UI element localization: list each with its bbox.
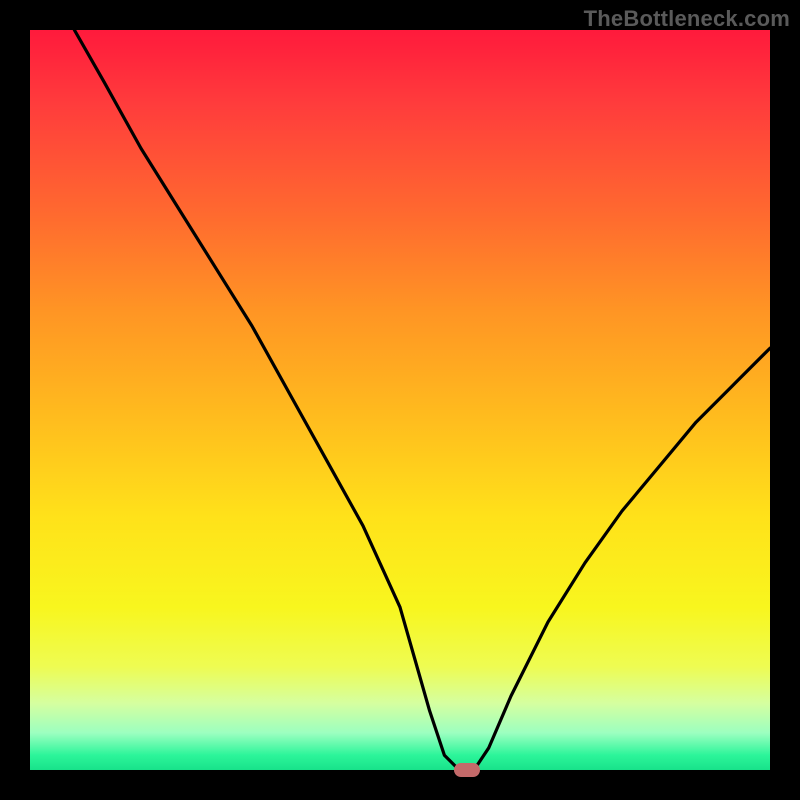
chart-frame: TheBottleneck.com: [0, 0, 800, 800]
bottleneck-curve: [30, 30, 770, 770]
curve-path: [74, 30, 770, 770]
optimal-marker: [454, 763, 480, 777]
watermark-label: TheBottleneck.com: [584, 6, 790, 32]
